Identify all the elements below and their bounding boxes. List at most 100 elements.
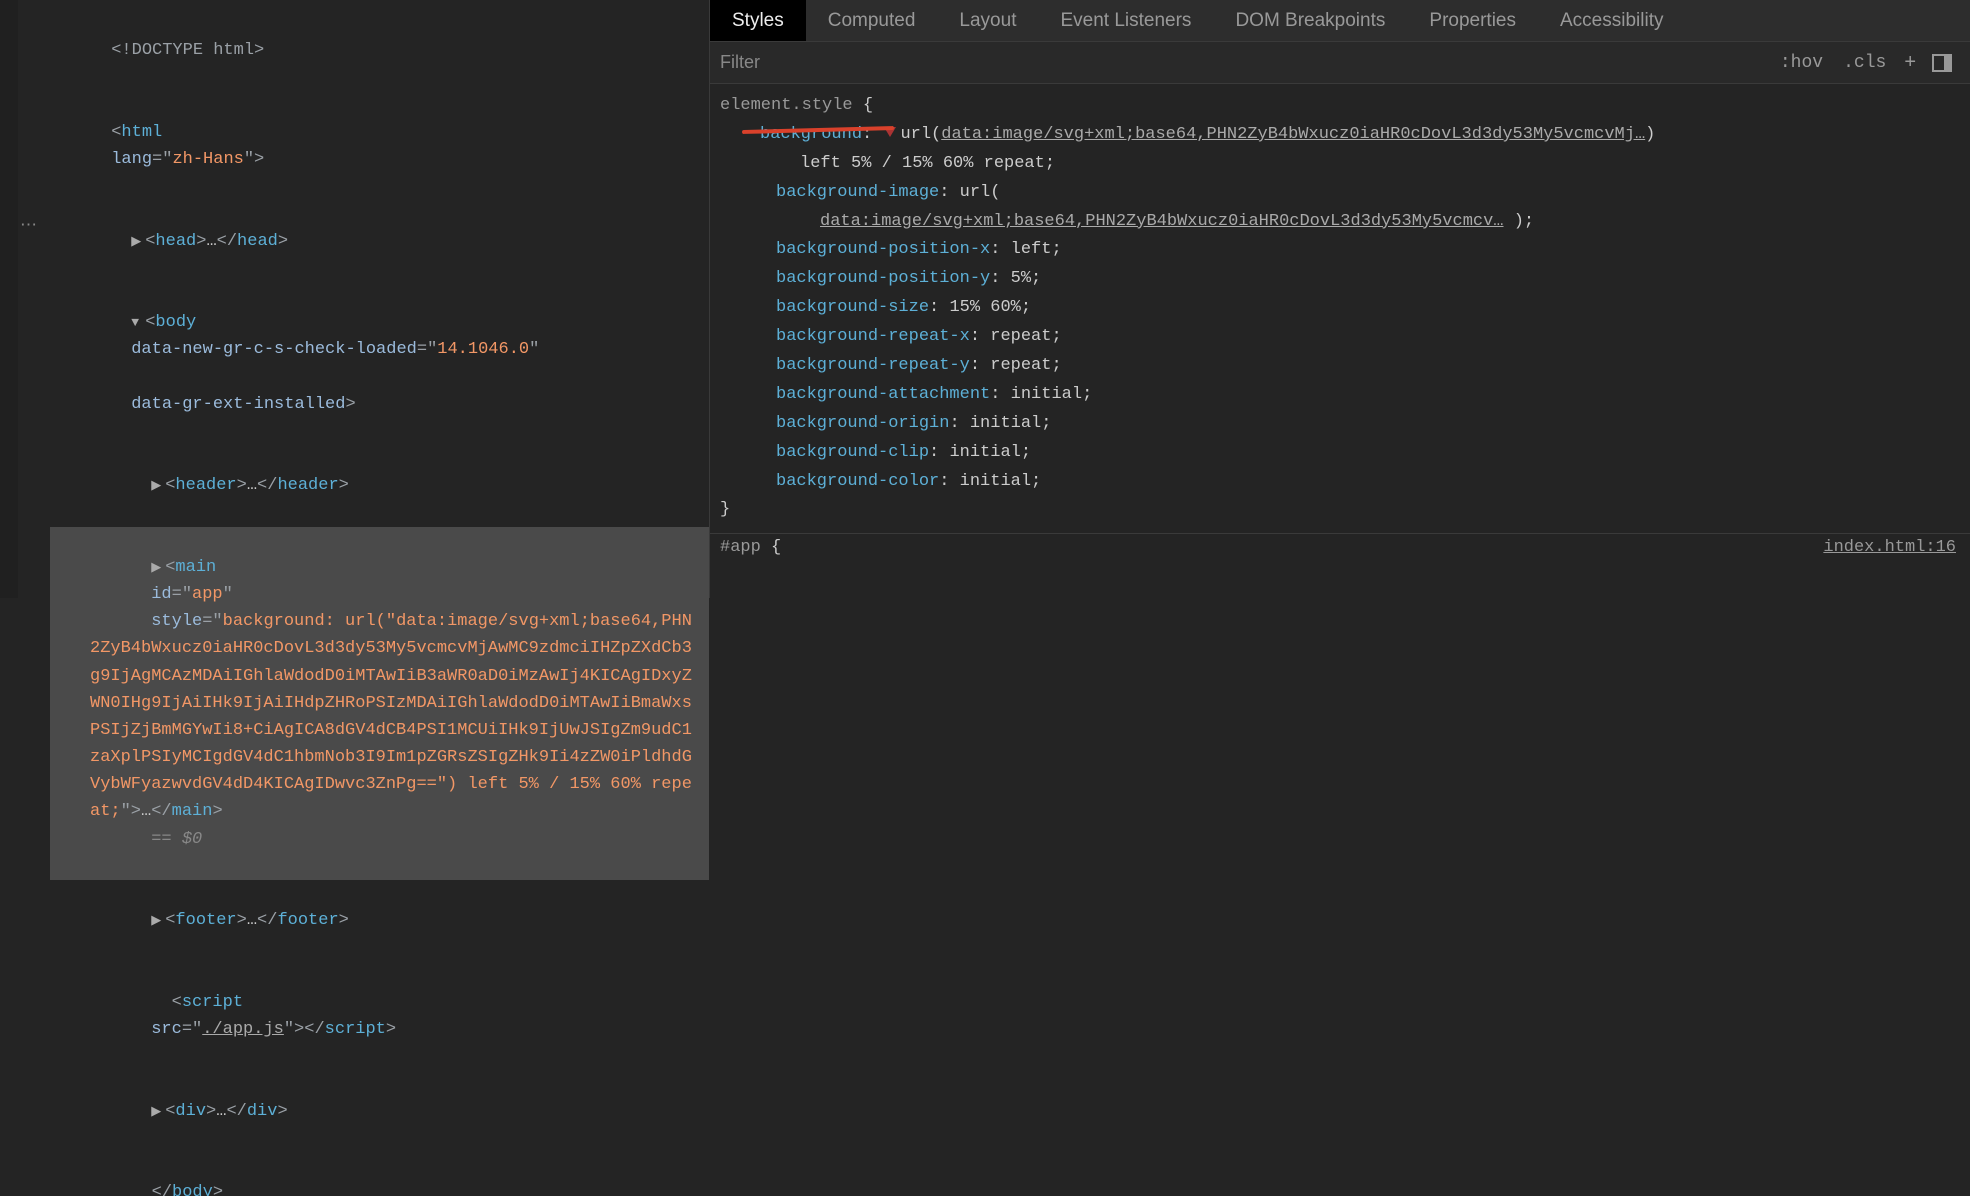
val: repeat; xyxy=(990,327,1061,346)
source-link[interactable]: index.html:16 xyxy=(1823,538,1956,557)
attr: data-gr-ext-installed xyxy=(131,395,345,414)
val: initial; xyxy=(960,472,1042,491)
prop-name: background-position-x xyxy=(776,240,990,259)
attr-val: 14.1046.0 xyxy=(437,340,529,359)
attr-val: zh-Hans xyxy=(172,150,243,169)
attr: src xyxy=(151,1020,182,1039)
styles-tabs: Styles Computed Layout Event Listeners D… xyxy=(710,0,1970,42)
tab-properties[interactable]: Properties xyxy=(1407,0,1538,41)
prop-name: background-image xyxy=(776,183,939,202)
prop-background-image[interactable]: background-image: url( xyxy=(720,179,1960,208)
tag: body xyxy=(155,313,196,332)
html-open-node[interactable]: <html lang="zh-Hans"> xyxy=(50,92,709,201)
close-brace: } xyxy=(720,496,1960,525)
footer-node[interactable]: ▶<footer>…</footer> xyxy=(50,880,709,962)
val: left 5% / 15% 60% repeat; xyxy=(800,154,1055,173)
attr: style xyxy=(151,612,202,631)
prop-bg-repeat-y[interactable]: background-repeat-y: repeat; xyxy=(720,352,1960,381)
next-rule-row: #app { index.html:16 xyxy=(710,533,1970,557)
collapse-icon[interactable]: ▼ xyxy=(131,313,145,334)
expand-icon[interactable]: ▶ xyxy=(151,476,165,497)
div-node[interactable]: ▶<div>…</div> xyxy=(50,1070,709,1152)
selector-text: element.style xyxy=(720,96,853,115)
toggle-panel-icon[interactable] xyxy=(1932,54,1952,72)
prop-bg-size[interactable]: background-size: 15% 60%; xyxy=(720,294,1960,323)
attr: id xyxy=(151,585,171,604)
val: 5%; xyxy=(1011,269,1042,288)
tag: main xyxy=(172,802,213,821)
tab-dom-breakpoints[interactable]: DOM Breakpoints xyxy=(1213,0,1407,41)
tag: body xyxy=(172,1183,213,1196)
script-node[interactable]: <script src="./app.js"></script> xyxy=(50,962,709,1071)
tag: footer xyxy=(175,911,236,930)
prop-bg-attachment[interactable]: background-attachment: initial; xyxy=(720,381,1960,410)
main-node-selected[interactable]: ▶<main id="app" style="background: url("… xyxy=(50,527,709,880)
prop-name: background-origin xyxy=(776,414,949,433)
data-url-link[interactable]: data:image/svg+xml;base64,PHN2ZyB4bWxucz… xyxy=(820,212,1504,231)
head-node[interactable]: ▶<head>…</head> xyxy=(50,200,709,282)
val: url( xyxy=(900,125,941,144)
tab-layout[interactable]: Layout xyxy=(937,0,1038,41)
new-style-rule-icon[interactable]: + xyxy=(1904,51,1916,74)
data-url-link[interactable]: data:image/svg+xml;base64,PHN2ZyB4bWxucz… xyxy=(941,125,1645,144)
tag: header xyxy=(175,476,236,495)
attr: lang xyxy=(111,150,152,169)
elements-panel: ⋯ <!DOCTYPE html> <html lang="zh-Hans"> … xyxy=(0,0,710,598)
attr-val-link[interactable]: ./app.js xyxy=(202,1020,284,1039)
val: url( xyxy=(960,183,1001,202)
attr-val: background: url("data:image/svg+xml;base… xyxy=(90,612,692,821)
expand-icon[interactable]: ▶ xyxy=(151,558,165,579)
expand-icon[interactable]: ▶ xyxy=(151,1102,165,1123)
left-edge xyxy=(0,0,18,598)
styles-body: element.style { background: url(data:ima… xyxy=(710,84,1970,533)
tag: html xyxy=(121,123,162,142)
filter-input[interactable] xyxy=(720,52,1770,73)
val: ) xyxy=(1645,125,1655,144)
cls-toggle[interactable]: .cls xyxy=(1843,53,1886,73)
dom-tree[interactable]: <!DOCTYPE html> <html lang="zh-Hans"> ▶<… xyxy=(0,10,709,1196)
body-open-node[interactable]: ▼<body data-new-gr-c-s-check-loaded="14.… xyxy=(50,282,709,445)
tag: div xyxy=(175,1102,206,1121)
val: 15% 60%; xyxy=(949,298,1031,317)
prop-bg-clip[interactable]: background-clip: initial; xyxy=(720,439,1960,468)
ellipsis-icon[interactable]: ⋯ xyxy=(20,215,39,236)
attr-val: app xyxy=(192,585,223,604)
prop-background-tail[interactable]: left 5% / 15% 60% repeat; xyxy=(720,150,1960,179)
prop-name: background-position-y xyxy=(776,269,990,288)
tag: header xyxy=(277,476,338,495)
styles-panel: Styles Computed Layout Event Listeners D… xyxy=(710,0,1970,598)
val: initial; xyxy=(970,414,1052,433)
doctype-node[interactable]: <!DOCTYPE html> xyxy=(50,10,709,92)
doctype-text: <!DOCTYPE html> xyxy=(111,41,264,60)
prop-name: background-color xyxy=(776,472,939,491)
attr: data-new-gr-c-s-check-loaded xyxy=(131,340,417,359)
val: initial; xyxy=(949,443,1031,462)
prop-bg-pos-y[interactable]: background-position-y: 5%; xyxy=(720,265,1960,294)
val: initial; xyxy=(1011,385,1093,404)
tab-computed[interactable]: Computed xyxy=(806,0,938,41)
expand-icon[interactable]: ▶ xyxy=(131,232,145,253)
val: left; xyxy=(1011,240,1062,259)
selector-text: #app xyxy=(720,538,761,557)
prop-name: background-repeat-y xyxy=(776,356,970,375)
selector-app[interactable]: #app { xyxy=(720,538,781,557)
prop-bg-color[interactable]: background-color: initial; xyxy=(720,468,1960,497)
prop-bg-repeat-x[interactable]: background-repeat-x: repeat; xyxy=(720,323,1960,352)
selector-element-style[interactable]: element.style { xyxy=(720,92,1960,121)
body-close-node[interactable]: </body> xyxy=(50,1152,709,1196)
prop-background-image-url[interactable]: data:image/svg+xml;base64,PHN2ZyB4bWxucz… xyxy=(720,208,1960,237)
prop-bg-origin[interactable]: background-origin: initial; xyxy=(720,410,1960,439)
expand-icon[interactable]: ▶ xyxy=(151,911,165,932)
prop-background[interactable]: background: url(data:image/svg+xml;base6… xyxy=(720,121,1960,150)
tab-styles[interactable]: Styles xyxy=(710,0,806,41)
tab-event-listeners[interactable]: Event Listeners xyxy=(1038,0,1213,41)
tab-accessibility[interactable]: Accessibility xyxy=(1538,0,1685,41)
hov-toggle[interactable]: :hov xyxy=(1780,53,1823,73)
prop-bg-pos-x[interactable]: background-position-x: left; xyxy=(720,236,1960,265)
tag: script xyxy=(182,993,243,1012)
prop-name: background-clip xyxy=(776,443,929,462)
tag: div xyxy=(247,1102,278,1121)
prop-name: background-attachment xyxy=(776,385,990,404)
header-node[interactable]: ▶<header>…</header> xyxy=(50,445,709,527)
prop-name: background-repeat-x xyxy=(776,327,970,346)
